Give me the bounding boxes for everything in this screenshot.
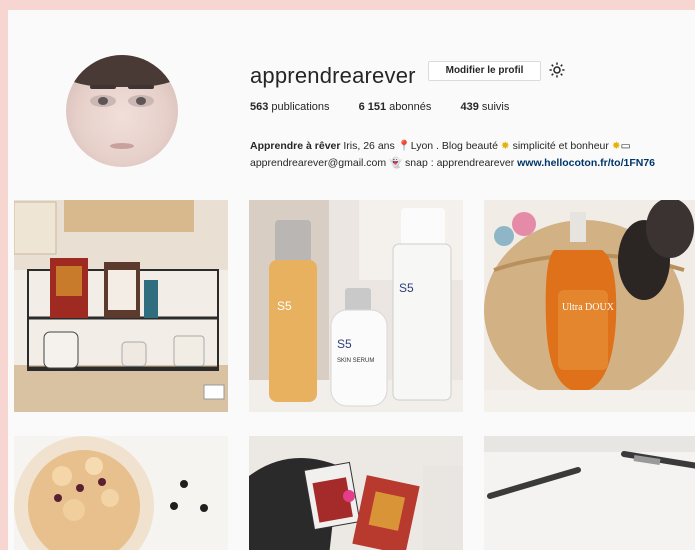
bio-text: Lyon . Blog beauté — [410, 140, 501, 152]
ghost-icon: 👻 — [389, 157, 403, 169]
avatar-brow — [90, 85, 116, 89]
avatar-hair — [66, 55, 178, 87]
profile-card: apprendrearever Modifier le profil 563 p… — [8, 10, 695, 550]
bio-link[interactable]: www.hellocoton.fr/to/1FN76 — [517, 157, 655, 169]
pin-icon: 📍 — [397, 140, 411, 152]
bio-line-2: apprendrearever@gmail.com 👻 snap : appre… — [250, 155, 655, 172]
avatar-eye — [128, 95, 154, 107]
grid-photo-oil[interactable]: Ultra DOUX — [484, 200, 695, 412]
stat-label: publications — [271, 101, 330, 113]
avatar-brow — [128, 85, 154, 89]
avatar-lips — [110, 143, 134, 149]
oil-brand-label: Ultra DOUX — [562, 302, 615, 313]
stat-count: 439 — [460, 101, 479, 113]
brand-label: S5 — [337, 337, 352, 351]
grid-photo-tart[interactable] — [14, 436, 228, 550]
grid-photo-shelf[interactable] — [14, 200, 228, 412]
stat-following[interactable]: 439 suivis — [460, 101, 509, 113]
sun-icon: ✸ — [611, 140, 621, 152]
bio-text: Iris, 26 ans — [340, 140, 398, 152]
brand-label: S5 — [277, 299, 292, 313]
product-label: SKIN SERUM — [337, 358, 374, 364]
stat-followers[interactable]: 6 151 abonnés — [359, 101, 432, 113]
bio-name: Apprendre à rêver — [250, 140, 341, 152]
sun-icon: ✸ — [500, 140, 510, 152]
stat-count: 563 — [250, 101, 269, 113]
bio-email: apprendrearever@gmail.com — [250, 157, 390, 169]
stat-label: abonnés — [389, 101, 432, 113]
brand-label: S5 — [399, 281, 414, 295]
avatar-eye — [90, 95, 116, 107]
bio-line-1: Apprendre à rêver Iris, 26 ans 📍Lyon . B… — [250, 138, 655, 155]
stat-publications[interactable]: 563 publications — [250, 101, 330, 113]
stat-count: 6 151 — [358, 101, 387, 113]
grid-photo-makeup[interactable] — [484, 436, 695, 550]
edit-profile-button[interactable]: Modifier le profil — [428, 61, 541, 81]
bio-text: simplicité et bonheur — [509, 140, 612, 152]
grid-photo-notebooks[interactable] — [249, 436, 463, 550]
grid-photo-skincare[interactable]: S5 S5 S5 SKIN SERUM — [249, 200, 463, 412]
profile-stats: 563 publications 6 151 abonnés 439 suivi… — [250, 101, 535, 113]
gear-icon[interactable] — [548, 61, 566, 79]
avatar[interactable] — [66, 55, 178, 167]
profile-username: apprendrearever — [250, 63, 416, 88]
bio-text: snap : apprendrearever — [402, 157, 518, 169]
stat-label: suivis — [481, 101, 510, 113]
frame-icon: ▭ — [620, 140, 631, 152]
profile-bio: Apprendre à rêver Iris, 26 ans 📍Lyon . B… — [250, 138, 655, 172]
